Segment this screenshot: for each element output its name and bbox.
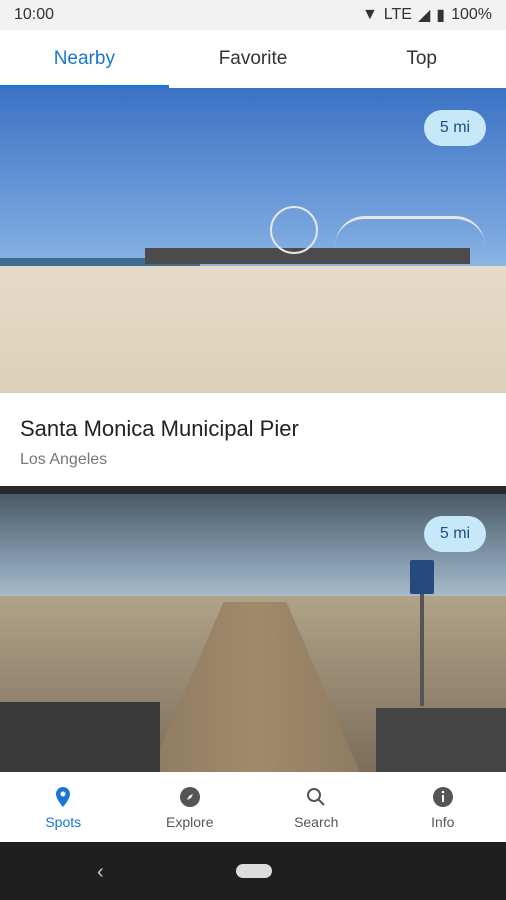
tab-top[interactable]: Top bbox=[337, 30, 506, 88]
nav-spots[interactable]: Spots bbox=[0, 772, 127, 842]
beach-sign bbox=[410, 560, 434, 594]
location-pin-icon bbox=[56, 786, 71, 807]
nav-explore[interactable]: Explore bbox=[127, 772, 254, 842]
ferris-wheel bbox=[270, 206, 318, 254]
home-icon[interactable] bbox=[236, 864, 272, 878]
wifi-icon: ▼ bbox=[361, 6, 378, 23]
concrete-block bbox=[0, 702, 160, 772]
spot-image-2[interactable]: 5 mi bbox=[0, 494, 506, 772]
distance-badge: 5 mi bbox=[424, 110, 486, 146]
search-icon bbox=[307, 787, 325, 806]
back-icon[interactable]: ‹ bbox=[97, 861, 104, 884]
spot-info[interactable]: Santa Monica Municipal Pier Los Angeles bbox=[0, 393, 506, 486]
concrete-block bbox=[376, 708, 506, 772]
roller-coaster bbox=[335, 216, 485, 249]
tab-nearby[interactable]: Nearby bbox=[0, 30, 169, 88]
spots-list[interactable]: 5 mi Santa Monica Municipal Pier Los Ang… bbox=[0, 88, 506, 772]
status-bar: 10:00 ▼ LTE ◢ ▮ 100% bbox=[0, 0, 506, 30]
system-navigation-bar: ‹ bbox=[0, 842, 506, 900]
signal-icon: ◢ bbox=[417, 7, 431, 24]
network-type: LTE bbox=[383, 6, 412, 23]
nav-label: Info bbox=[431, 813, 455, 830]
nav-search[interactable]: Search bbox=[253, 772, 380, 842]
beach-sand bbox=[0, 266, 506, 393]
nav-label: Search bbox=[294, 813, 339, 830]
sign-post bbox=[420, 594, 424, 706]
nav-label: Spots bbox=[45, 813, 82, 830]
nav-info[interactable]: Info bbox=[380, 772, 506, 842]
spot-image[interactable]: 5 mi bbox=[0, 88, 506, 393]
battery-icon: ▮ bbox=[436, 7, 446, 24]
status-time: 10:00 bbox=[14, 6, 55, 23]
compass-icon bbox=[179, 786, 200, 807]
distance-badge: 5 mi bbox=[424, 516, 486, 552]
spot-title: Santa Monica Municipal Pier bbox=[20, 416, 299, 441]
battery-percent: 100% bbox=[451, 6, 492, 23]
status-icons: ▼ LTE ◢ ▮ 100% bbox=[362, 5, 492, 25]
nav-label: Explore bbox=[166, 813, 214, 830]
spot-card[interactable]: 5 mi Santa Monica Municipal Pier Los Ang… bbox=[0, 88, 506, 486]
pier bbox=[145, 248, 470, 264]
top-tabs: Nearby Favorite Top bbox=[0, 30, 506, 88]
spot-location: Los Angeles bbox=[20, 451, 108, 468]
info-icon bbox=[432, 786, 453, 807]
tab-favorite[interactable]: Favorite bbox=[169, 30, 338, 88]
bottom-navigation: Spots Explore Search Info bbox=[0, 772, 506, 842]
